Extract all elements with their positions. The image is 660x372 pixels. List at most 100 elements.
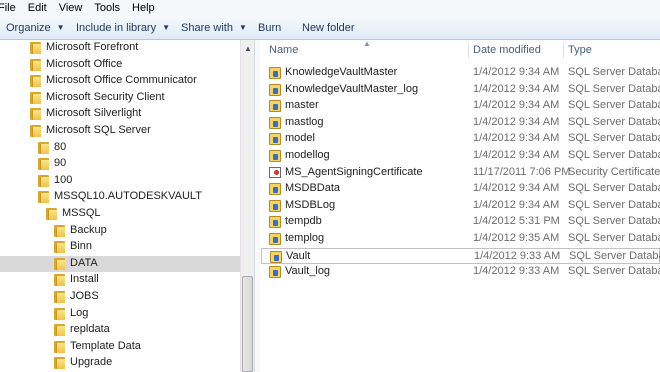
folder-icon (38, 174, 49, 187)
file-row[interactable]: tempdb 1/4/2012 5:31 PM SQL Server Databa.… (261, 214, 660, 230)
column-divider[interactable] (468, 42, 469, 58)
menu-edit[interactable]: Edit (28, 2, 47, 14)
file-name: Vault_log (285, 265, 331, 278)
column-divider[interactable] (563, 42, 564, 58)
file-type: Security Certificate (568, 165, 660, 178)
nav-folder-label: 100 (54, 173, 73, 186)
organize-button[interactable]: Organize ▼ (6, 16, 65, 40)
file-row[interactable]: mastlog 1/4/2012 9:34 AM SQL Server Databa… (261, 115, 660, 131)
nav-folder-item[interactable]: Upgrade (0, 355, 240, 371)
file-name: master (285, 99, 319, 112)
nav-folder-item[interactable]: Log (0, 306, 240, 322)
file-row[interactable]: MS_AgentSigningCertificate 11/17/2011 7:0… (261, 165, 660, 181)
nav-folder-item[interactable]: Microsoft SQL Server (0, 123, 240, 139)
nav-folder-item[interactable]: repldata (0, 322, 240, 338)
database-file-icon (269, 83, 281, 96)
menu-file[interactable]: File (0, 2, 16, 14)
column-header-row: ▲ Name Date modified Type (261, 40, 660, 60)
file-row[interactable]: KnowledgeVaultMaster 1/4/2012 9:34 AM SQL … (261, 65, 660, 81)
folder-icon (54, 357, 65, 370)
nav-folder-label: 80 (54, 140, 67, 153)
nav-folder-item[interactable]: MSSQL10.AUTODESKVAULT (0, 189, 240, 205)
nav-folder-item[interactable]: DATA (0, 255, 240, 272)
nav-folder-label: Backup (70, 223, 107, 236)
folder-icon (30, 125, 41, 137)
menu-bar: File Edit View Tools Help (0, 0, 660, 16)
file-type: SQL Server Databa... (568, 115, 660, 128)
folder-icon (54, 324, 65, 337)
nav-folder-item[interactable]: JOBS (0, 289, 240, 305)
menu-help[interactable]: Help (132, 2, 155, 14)
file-row[interactable]: MSDBLog 1/4/2012 9:34 AM SQL Server Databa… (261, 198, 660, 214)
file-row[interactable]: KnowledgeVaultMaster_log 1/4/2012 9:34 AM… (261, 82, 660, 98)
organize-label: Organize (6, 22, 51, 34)
new-folder-button[interactable]: New folder (302, 16, 355, 40)
file-type: SQL Server Databa... (568, 232, 660, 244)
nav-folder-item[interactable]: Binn (0, 239, 240, 255)
folder-icon (30, 58, 41, 71)
menu-tools[interactable]: Tools (94, 2, 120, 14)
file-date-modified: 1/4/2012 9:34 AM (473, 99, 560, 112)
nav-folder-item[interactable]: 90 (0, 156, 240, 172)
nav-folder-item[interactable]: Backup (0, 223, 240, 239)
menu-view[interactable]: View (59, 2, 83, 14)
file-row[interactable]: templog 1/4/2012 9:35 AM SQL Server Databa… (261, 231, 660, 247)
nav-folder-item[interactable]: Microsoft Security Client (0, 90, 240, 106)
nav-folder-label: Binn (70, 240, 93, 253)
nav-folder-item[interactable]: MSSQL (0, 206, 240, 222)
file-date-modified: 1/4/2012 9:34 AM (473, 115, 560, 128)
nav-folder-item[interactable]: Microsoft Office Communicator (0, 73, 240, 89)
folder-icon (30, 42, 41, 54)
folder-icon (30, 91, 41, 104)
folder-icon (54, 224, 65, 237)
file-type: SQL Server Databa... (569, 249, 660, 262)
file-type: SQL Server Databa... (568, 99, 660, 112)
nav-folder-item[interactable]: Microsoft Silverlight (0, 106, 240, 122)
database-file-icon (269, 116, 281, 129)
file-name: Vault (286, 249, 311, 262)
file-type: SQL Server Databa... (568, 198, 660, 211)
file-type: SQL Server Databa... (568, 182, 660, 195)
nav-folder-label: Template Data (70, 339, 141, 352)
nav-folder-item[interactable]: Microsoft Office (0, 57, 240, 73)
navigation-pane[interactable]: Microsoft Forefront Microsoft Office Micro… (0, 40, 254, 372)
file-row[interactable]: modellog 1/4/2012 9:34 AM SQL Server Datab… (261, 148, 660, 164)
file-date-modified: 1/4/2012 9:34 AM (473, 198, 560, 211)
database-file-icon (270, 250, 282, 263)
nav-folder-item[interactable]: Install (0, 272, 240, 288)
file-row[interactable]: Vault_log 1/4/2012 9:33 AM SQL Server Data… (261, 264, 660, 280)
column-header-name[interactable]: Name (269, 40, 298, 60)
file-row[interactable]: MSDBData 1/4/2012 9:34 AM SQL Server Datab… (261, 181, 660, 197)
sort-ascending-icon: ▲ (363, 40, 371, 48)
file-date-modified: 1/4/2012 9:34 AM (473, 149, 560, 161)
share-with-button[interactable]: Share with ▼ (181, 16, 247, 40)
include-in-library-button[interactable]: Include in library ▼ (76, 16, 170, 40)
nav-scrollbar-thumb[interactable] (242, 276, 253, 372)
column-header-date-modified[interactable]: Date modified (473, 40, 541, 60)
nav-folder-label: Microsoft Office Communicator (46, 74, 197, 87)
file-row[interactable]: model 1/4/2012 9:34 AM SQL Server Databa..… (261, 131, 660, 147)
file-row[interactable]: Vault 1/4/2012 9:33 AM SQL Server Databa..… (261, 247, 660, 264)
nav-folder-item[interactable]: 80 (0, 140, 240, 156)
file-row[interactable]: master 1/4/2012 9:34 AM SQL Server Databa.… (261, 98, 660, 114)
file-name: modellog (285, 149, 330, 161)
chevron-down-icon: ▼ (238, 23, 247, 32)
nav-folder-item[interactable]: Microsoft Forefront (0, 40, 240, 56)
file-list-pane: ▲ Name Date modified Type KnowledgeVault… (261, 40, 660, 372)
scroll-up-icon[interactable]: ▲ (244, 44, 252, 53)
column-header-type[interactable]: Type (568, 40, 592, 60)
database-file-icon (269, 100, 281, 113)
file-date-modified: 1/4/2012 9:33 AM (473, 265, 560, 278)
pane-splitter[interactable] (254, 40, 260, 372)
database-file-icon (269, 67, 281, 79)
file-name: MSDBData (285, 182, 341, 195)
nav-folder-item[interactable]: 100 (0, 173, 240, 189)
file-date-modified: 11/17/2011 7:06 PM (473, 165, 571, 178)
file-name: MSDBLog (285, 198, 336, 211)
nav-scrollbar[interactable]: ▲ (240, 40, 254, 372)
nav-folder-label: Microsoft Office (46, 57, 123, 70)
file-name: tempdb (285, 215, 322, 228)
nav-folder-item[interactable]: Template Data (0, 339, 240, 355)
nav-folder-label: Log (70, 306, 89, 319)
burn-button[interactable]: Burn (258, 16, 281, 40)
